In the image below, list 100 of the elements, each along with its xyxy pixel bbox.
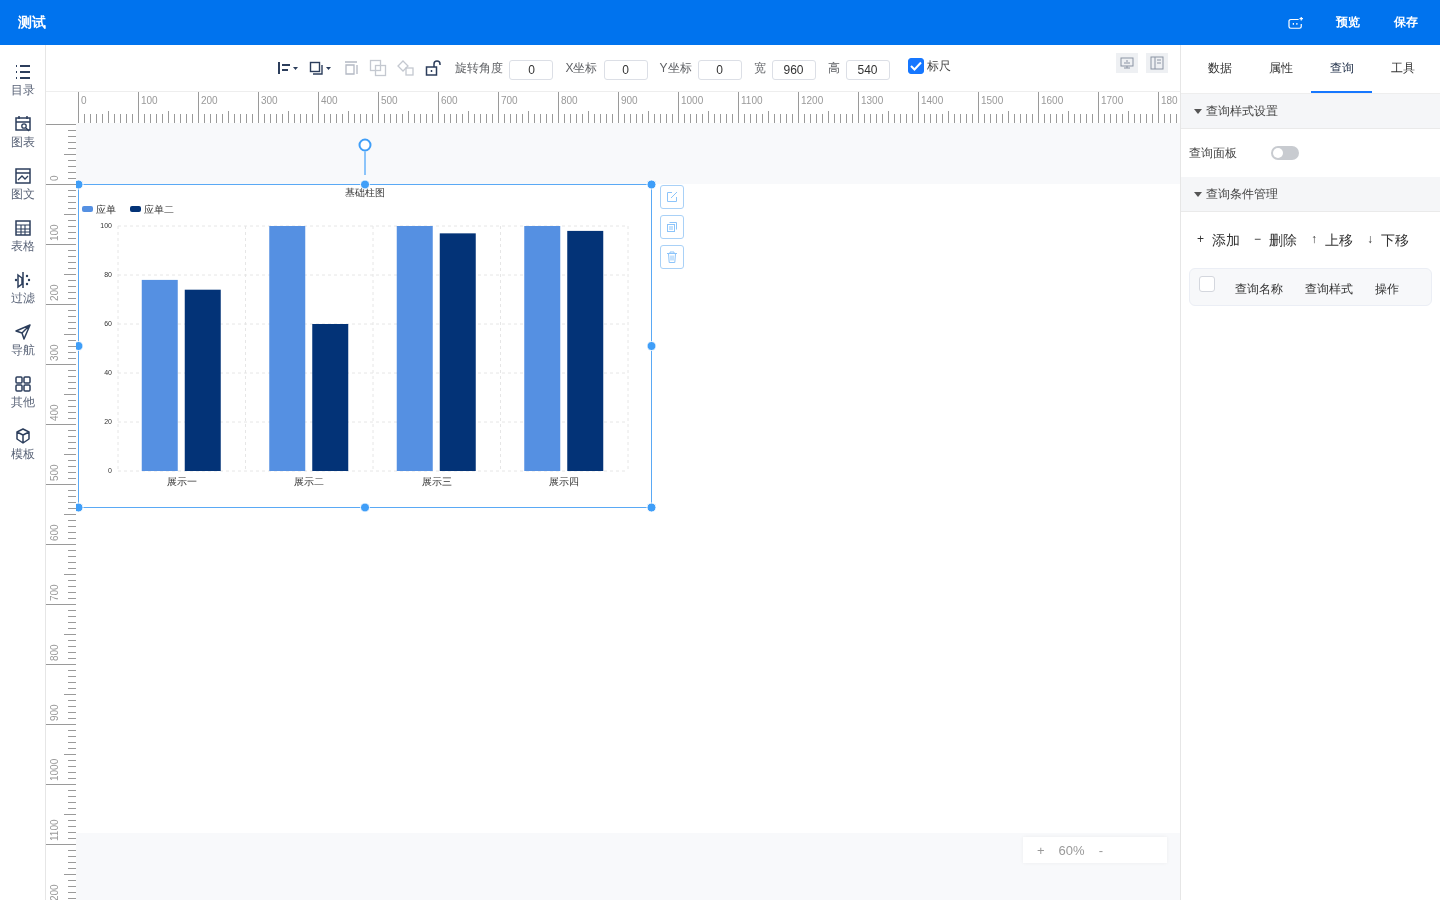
ruler-label: 1600 xyxy=(1041,95,1064,106)
distribute-icon xyxy=(343,60,360,76)
copy-button[interactable] xyxy=(660,215,684,239)
header-button[interactable]: 预览 xyxy=(1332,14,1364,31)
panel-tab[interactable]: 数据 xyxy=(1189,45,1250,93)
action-button[interactable]: ↓ 下移 xyxy=(1367,232,1410,250)
ruler-label: 800 xyxy=(49,644,60,661)
layout-button[interactable] xyxy=(1146,53,1168,73)
number-field[interactable]: 0 xyxy=(697,60,742,80)
layer-icon xyxy=(309,61,334,75)
sidebar-item[interactable]: 过滤 xyxy=(10,271,35,315)
rotate-handle[interactable] xyxy=(358,138,372,175)
column-header: 查询名称 xyxy=(1235,280,1283,298)
axis-label: 展示一 xyxy=(166,476,197,487)
zoom-level: 60% xyxy=(1058,842,1085,858)
axis-label: 展示四 xyxy=(549,476,580,487)
column-header: 操作 xyxy=(1375,280,1399,298)
number-field[interactable]: 540 xyxy=(845,60,890,80)
ruler-label: 700 xyxy=(49,584,60,601)
field-label: Y坐标 xyxy=(659,59,692,77)
sidebar-item[interactable]: 导航 xyxy=(10,323,35,367)
ruler-label: 1200 xyxy=(801,95,824,106)
send-icon xyxy=(13,323,32,341)
grid-icon xyxy=(13,375,32,393)
ruler-label: 1100 xyxy=(49,819,60,841)
ruler-label: 1700 xyxy=(1101,95,1124,106)
group-icon xyxy=(369,59,388,77)
ruler-label: 500 xyxy=(49,464,60,481)
ruler-label: 200 xyxy=(49,884,60,900)
ruler-label: 500 xyxy=(381,95,398,106)
edit-button[interactable] xyxy=(660,185,684,209)
legend-label: 应单 xyxy=(96,204,116,215)
section-header[interactable]: 查询条件管理 xyxy=(1181,177,1440,212)
checkbox-label: 标尺 xyxy=(926,57,951,75)
ruler-label: 300 xyxy=(49,344,60,361)
action-button[interactable]: + 添加 xyxy=(1197,232,1240,250)
ruler-label: 900 xyxy=(49,704,60,721)
chart-title: 基础柱图 xyxy=(345,187,385,198)
ruler-label: 1300 xyxy=(861,95,884,106)
toggle-switch[interactable] xyxy=(1271,146,1299,160)
align-icon xyxy=(277,61,300,75)
sidebar-item[interactable]: 目录 xyxy=(10,63,35,107)
ruler-label: 400 xyxy=(49,404,60,421)
ruler-label: 1000 xyxy=(49,758,60,781)
action-button[interactable]: ↑ 上移 xyxy=(1311,232,1354,250)
number-field[interactable]: 0 xyxy=(603,60,648,80)
legend-label: 应单二 xyxy=(144,204,174,215)
field-label: 宽 xyxy=(753,59,766,77)
ruler-label: 300 xyxy=(261,95,278,106)
ruler-label: 100 xyxy=(141,95,158,106)
action-button[interactable]: − 删除 xyxy=(1254,232,1298,250)
ruler-label: 1100 xyxy=(741,95,763,106)
trash-icon xyxy=(666,251,678,263)
number-field[interactable]: 0 xyxy=(509,60,554,80)
lock-button[interactable] xyxy=(423,60,444,76)
ruler-label: 600 xyxy=(49,524,60,541)
sidebar-item[interactable]: 图表 xyxy=(10,115,35,159)
layout-icon xyxy=(1150,56,1164,70)
ruler-label: 200 xyxy=(49,284,60,301)
ruler-label: 200 xyxy=(201,95,218,106)
section-header[interactable]: 查询样式设置 xyxy=(1181,94,1440,129)
app-title: 测试 xyxy=(18,13,46,32)
image-text-icon xyxy=(13,167,32,185)
ruler-label: 900 xyxy=(621,95,638,106)
robot-icon[interactable] xyxy=(1288,15,1304,30)
ruler-label: 700 xyxy=(501,95,518,106)
table-icon xyxy=(13,219,32,237)
column-header: 查询样式 xyxy=(1305,280,1353,298)
number-field[interactable]: 960 xyxy=(771,60,816,80)
axis-label: 展示三 xyxy=(421,476,452,487)
checkbox[interactable] xyxy=(907,58,924,74)
toggle-label: 查询面板 xyxy=(1189,144,1237,162)
ruler-label: 0 xyxy=(81,95,87,106)
panel-tab[interactable]: 属性 xyxy=(1250,45,1311,93)
ruler-label: 100 xyxy=(49,224,60,241)
axis-label: 展示二 xyxy=(294,476,325,487)
panel-tab[interactable]: 工具 xyxy=(1372,45,1433,93)
sidebar-item[interactable]: 其他 xyxy=(10,375,35,419)
ruler-label: 1000 xyxy=(681,95,704,106)
selection-frame[interactable] xyxy=(76,179,657,513)
list-icon xyxy=(13,63,32,81)
ruler-label: 180 xyxy=(1161,95,1178,106)
copy-icon xyxy=(666,221,678,233)
field-label: 旋转角度 xyxy=(455,59,504,77)
sidebar-item[interactable]: 图文 xyxy=(10,167,35,211)
ruler-label: 1500 xyxy=(981,95,1004,106)
ruler-label: 800 xyxy=(561,95,578,106)
edit-icon xyxy=(666,191,678,203)
filter-icon xyxy=(13,271,32,289)
sidebar-item[interactable]: 模板 xyxy=(10,427,35,471)
header-button[interactable]: 保存 xyxy=(1390,14,1422,31)
monitor-icon xyxy=(1120,57,1134,69)
ruler-label: 400 xyxy=(321,95,338,106)
delete-button[interactable] xyxy=(660,245,684,269)
field-label: 高 xyxy=(827,59,840,77)
ruler-label: 1400 xyxy=(921,95,944,106)
screen-button[interactable] xyxy=(1116,53,1138,73)
section-title: 查询条件管理 xyxy=(1206,185,1278,203)
unlock-icon xyxy=(425,60,442,76)
sidebar-item[interactable]: 表格 xyxy=(10,219,35,263)
